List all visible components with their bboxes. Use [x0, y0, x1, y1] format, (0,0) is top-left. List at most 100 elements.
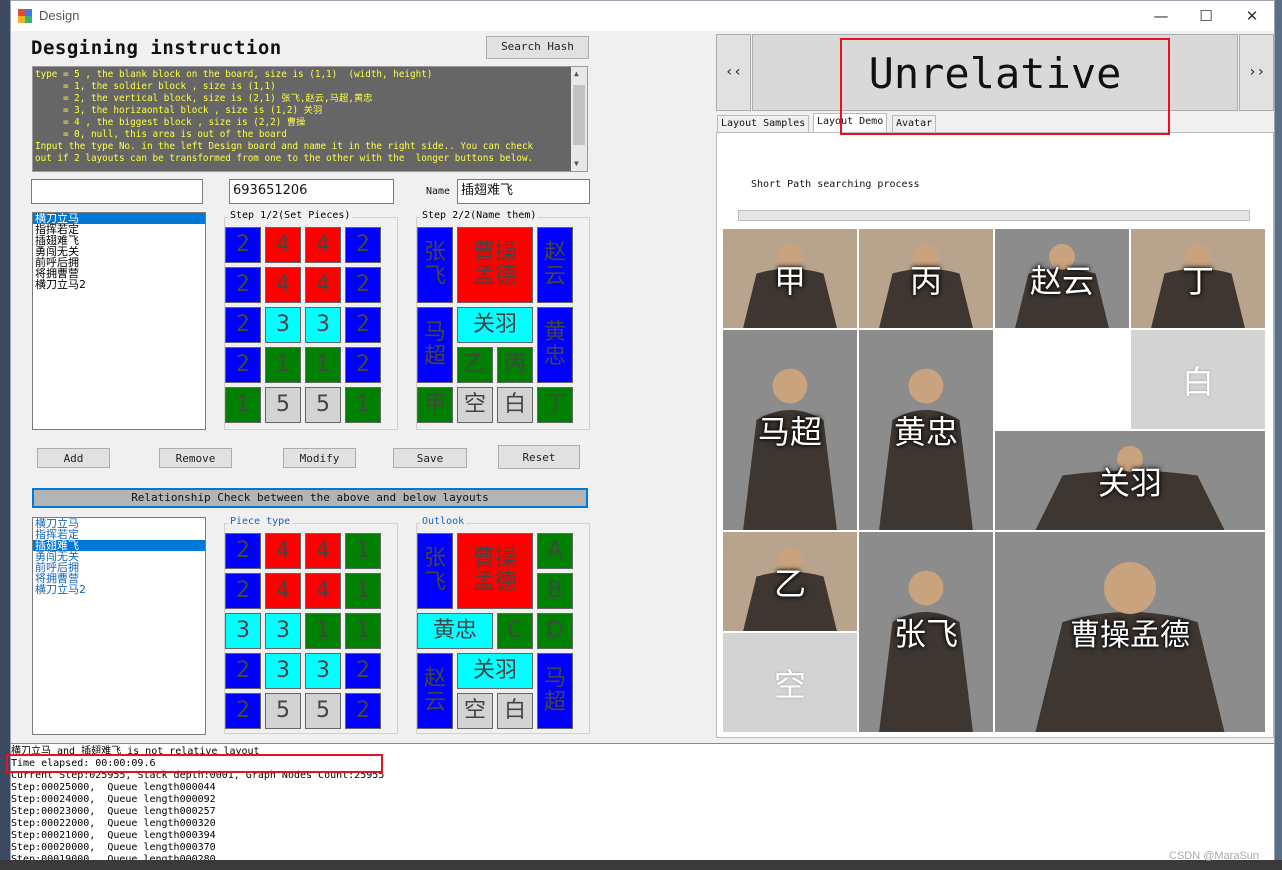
outlook-block[interactable]: B — [537, 573, 573, 609]
step1-cell[interactable]: 2 — [225, 307, 261, 343]
demo-tile[interactable]: 关羽 — [995, 431, 1265, 530]
piece-type-cell[interactable]: 2 — [225, 653, 261, 689]
outlook-block[interactable]: D — [537, 613, 573, 649]
piece-type-cell[interactable]: 2 — [225, 573, 261, 609]
outlook-block[interactable]: 张飞 — [417, 533, 453, 609]
instructions-box[interactable]: type = 5 , the blank block on the board,… — [32, 66, 588, 172]
maximize-button[interactable]: ☐ — [1183, 1, 1229, 31]
step2-block[interactable]: 黄忠 — [537, 307, 573, 383]
demo-tile[interactable]: 黄忠 — [859, 330, 993, 530]
step1-cell[interactable]: 1 — [305, 347, 341, 383]
layout-list-bottom-item[interactable]: 指挥若定 — [33, 529, 205, 540]
piece-type-cell[interactable]: 3 — [265, 653, 301, 689]
piece-type-cell[interactable]: 3 — [265, 613, 301, 649]
step2-block[interactable]: 张飞 — [417, 227, 453, 303]
relationship-check-button[interactable]: Relationship Check between the above and… — [32, 488, 588, 508]
step1-cell[interactable]: 4 — [265, 227, 301, 263]
demo-tile[interactable]: 白 — [1131, 330, 1265, 429]
scroll-down-icon[interactable]: ▼ — [574, 159, 579, 168]
instructions-scrollbar[interactable]: ▲ ▼ — [571, 67, 587, 171]
add-button[interactable]: Add — [37, 448, 110, 468]
piece-type-cell[interactable]: 3 — [225, 613, 261, 649]
layout-list-top[interactable]: 横刀立马 指挥若定 插翅难飞 勇闯无关 前呼后拥 将拥曹营 横刀立马2 — [32, 212, 206, 430]
demo-tile[interactable]: 赵云 — [995, 229, 1129, 328]
tab-layout-samples[interactable]: Layout Samples — [717, 115, 810, 133]
scroll-thumb[interactable] — [573, 85, 585, 145]
piece-type-cell[interactable]: 2 — [345, 653, 381, 689]
layout-list-bottom[interactable]: 横刀立马 指挥若定 插翅难飞 勇闯无关 前呼后拥 将拥曹营 横刀立马2 — [32, 517, 206, 735]
outlook-block[interactable]: 黄忠 — [417, 613, 493, 649]
piece-type-cell[interactable]: 4 — [265, 573, 301, 609]
close-button[interactable]: ✕ — [1229, 1, 1275, 31]
step1-cell[interactable]: 3 — [305, 307, 341, 343]
layout-list-top-item[interactable]: 前呼后拥 — [33, 257, 205, 268]
demo-tile[interactable]: 乙 — [723, 532, 857, 631]
layout-list-top-item[interactable]: 横刀立马 — [33, 213, 205, 224]
demo-tile[interactable]: 丁 — [1131, 229, 1265, 328]
step1-cell[interactable]: 5 — [265, 387, 301, 423]
step1-cell[interactable]: 2 — [345, 267, 381, 303]
outlook-block[interactable]: 关羽 — [457, 653, 533, 689]
outlook-block[interactable]: 马超 — [537, 653, 573, 729]
piece-type-cell[interactable]: 2 — [225, 533, 261, 569]
piece-type-cell[interactable]: 1 — [345, 613, 381, 649]
piece-type-cell[interactable]: 1 — [345, 573, 381, 609]
hash-input[interactable]: 693651206 — [229, 179, 394, 204]
step1-cell[interactable]: 2 — [345, 227, 381, 263]
outlook-block[interactable]: 曹操孟德 — [457, 533, 533, 609]
outlook-block[interactable]: A — [537, 533, 573, 569]
layout-list-bottom-item[interactable]: 将拥曹营 — [33, 573, 205, 584]
demo-tile[interactable]: 曹操孟德 — [995, 532, 1265, 732]
modify-button[interactable]: Modify — [283, 448, 356, 468]
search-hash-button[interactable]: Search Hash — [486, 36, 589, 59]
piece-type-cell[interactable]: 1 — [305, 613, 341, 649]
outlook-block[interactable]: 白 — [497, 693, 533, 729]
layout-list-top-item[interactable]: 指挥若定 — [33, 224, 205, 235]
step2-block[interactable]: 甲 — [417, 387, 453, 423]
piece-type-cell[interactable]: 4 — [305, 573, 341, 609]
remove-button[interactable]: Remove — [159, 448, 232, 468]
piece-type-cell[interactable]: 5 — [305, 693, 341, 729]
outlook-block[interactable]: C — [497, 613, 533, 649]
layout-list-top-item[interactable]: 将拥曹营 — [33, 268, 205, 279]
step1-cell[interactable]: 1 — [265, 347, 301, 383]
next-layout-button[interactable]: ›› — [1239, 34, 1274, 111]
name-input[interactable]: 插翅难飞 — [457, 179, 590, 204]
step1-cell[interactable]: 2 — [345, 307, 381, 343]
step2-block[interactable]: 丁 — [537, 387, 573, 423]
layout-list-bottom-item[interactable]: 插翅难飞 — [33, 540, 205, 551]
piece-type-cell[interactable]: 3 — [305, 653, 341, 689]
piece-type-cell[interactable]: 5 — [265, 693, 301, 729]
piece-type-cell[interactable]: 4 — [265, 533, 301, 569]
step1-cell[interactable]: 1 — [345, 387, 381, 423]
step2-block[interactable]: 关羽 — [457, 307, 533, 343]
minimize-button[interactable]: — — [1138, 1, 1184, 31]
demo-tile[interactable]: 空 — [723, 633, 857, 732]
step2-block[interactable]: 空 — [457, 387, 493, 423]
layout-filter-input[interactable] — [31, 179, 203, 204]
layout-list-bottom-item[interactable]: 前呼后拥 — [33, 562, 205, 573]
title-bar[interactable]: Design — ☐ ✕ — [11, 1, 1274, 31]
layout-list-top-item[interactable]: 插翅难飞 — [33, 235, 205, 246]
demo-tile[interactable]: 张飞 — [859, 532, 993, 732]
step2-block[interactable]: 丙 — [497, 347, 533, 383]
layout-list-bottom-item[interactable]: 勇闯无关 — [33, 551, 205, 562]
step2-block[interactable]: 白 — [497, 387, 533, 423]
step1-cell[interactable]: 4 — [305, 227, 341, 263]
step2-block[interactable]: 马超 — [417, 307, 453, 383]
piece-type-cell[interactable]: 1 — [345, 533, 381, 569]
step1-cell[interactable]: 2 — [225, 267, 261, 303]
demo-tile[interactable]: 甲 — [723, 229, 857, 328]
outlook-block[interactable]: 空 — [457, 693, 493, 729]
step2-block[interactable]: 乙 — [457, 347, 493, 383]
prev-layout-button[interactable]: ‹‹ — [716, 34, 751, 111]
demo-tile[interactable]: 马超 — [723, 330, 857, 530]
outlook-block[interactable]: 赵云 — [417, 653, 453, 729]
step1-cell[interactable]: 4 — [305, 267, 341, 303]
reset-button[interactable]: Reset — [498, 445, 580, 469]
layout-list-top-item[interactable]: 横刀立马2 — [33, 279, 205, 290]
step1-cell[interactable]: 2 — [225, 227, 261, 263]
step1-cell[interactable]: 5 — [305, 387, 341, 423]
step1-cell[interactable]: 2 — [345, 347, 381, 383]
layout-list-top-item[interactable]: 勇闯无关 — [33, 246, 205, 257]
